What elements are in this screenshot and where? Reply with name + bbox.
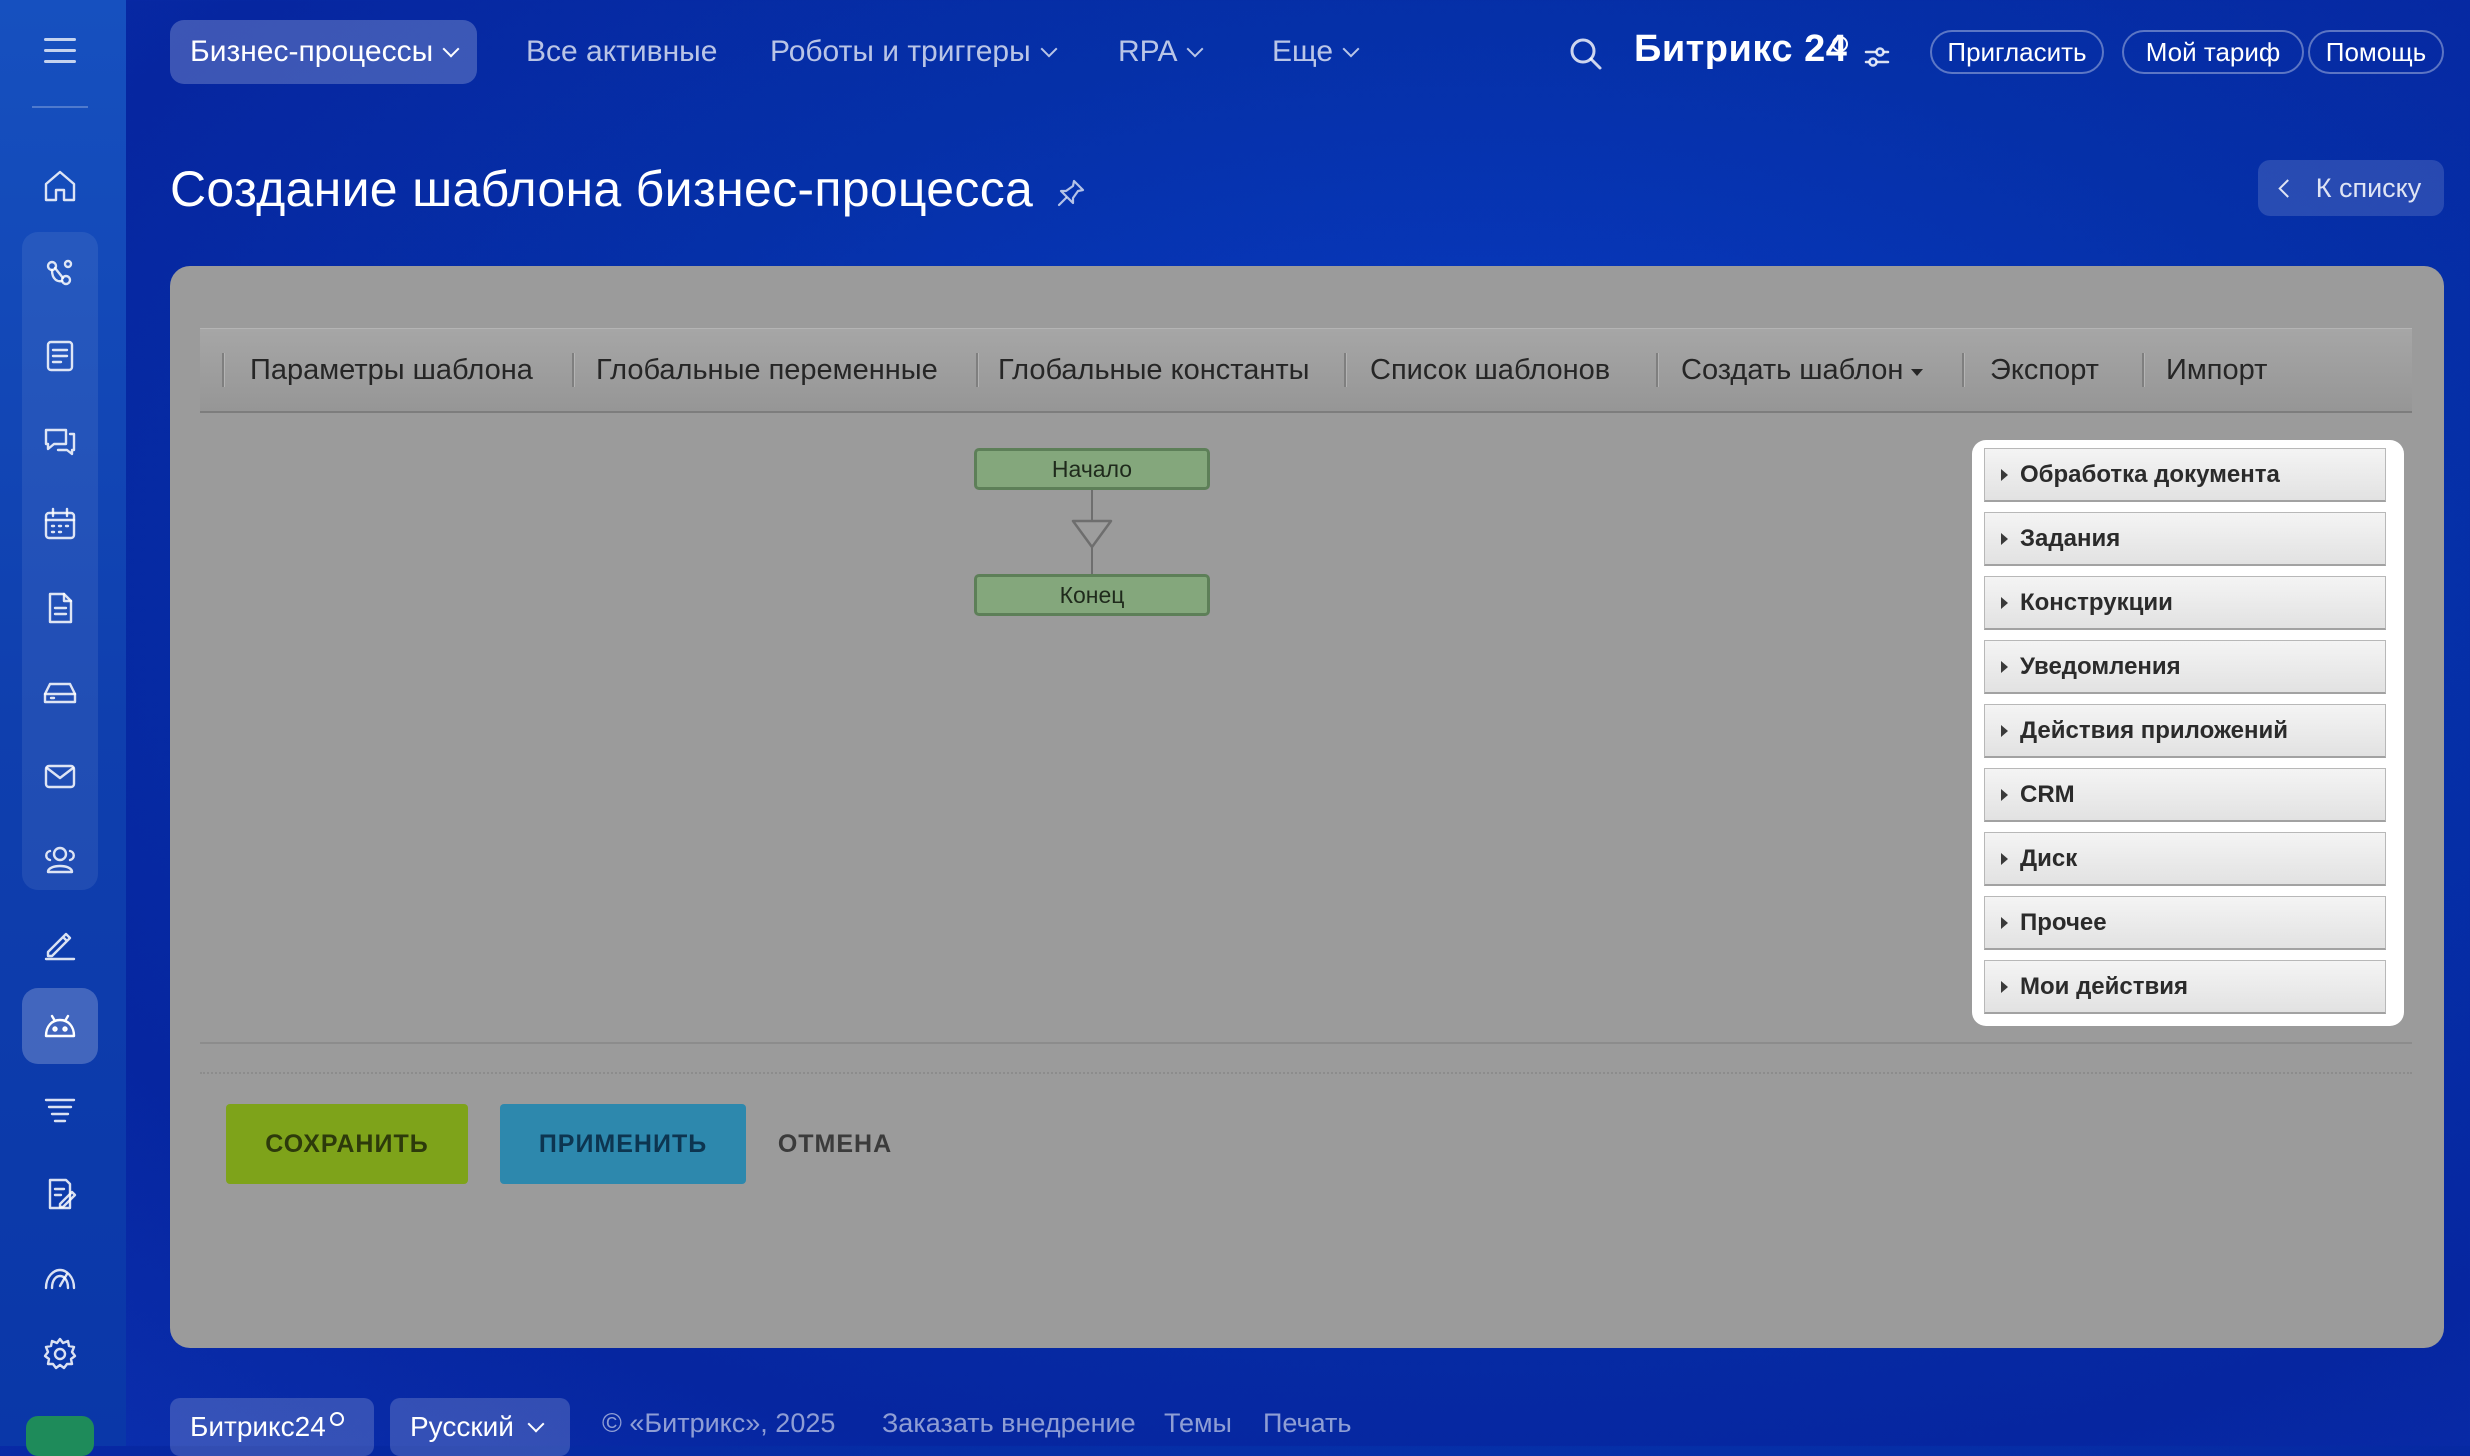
flow-start-node[interactable]: Начало <box>974 448 1210 490</box>
help-button[interactable]: Помощь <box>2308 30 2444 74</box>
page-title: Создание шаблона бизнес-процесса <box>170 161 1034 217</box>
nav-all-active[interactable]: Все активные <box>506 20 737 84</box>
forms-icon[interactable] <box>22 1156 98 1232</box>
tasks-icon[interactable] <box>22 318 98 394</box>
flow-connector <box>1091 490 1093 520</box>
toolbar-separator <box>1656 353 1659 387</box>
footer-brand[interactable]: Битрикс24 <box>170 1398 374 1456</box>
save-button[interactable]: СОХРАНИТЬ <box>226 1104 468 1184</box>
caret-right-icon <box>2001 980 2008 993</box>
bottom-app-icon[interactable] <box>26 1416 94 1456</box>
brand-logo: Битрикс 24 <box>1634 28 1848 70</box>
left-sidebar <box>0 0 126 1456</box>
nav-robots-triggers[interactable]: Роботы и триггеры <box>750 20 1075 84</box>
apply-button[interactable]: ПРИМЕНИТЬ <box>500 1104 746 1184</box>
contacts-icon[interactable] <box>22 822 98 898</box>
back-to-list-button[interactable]: К списку <box>2258 160 2444 216</box>
home-icon[interactable] <box>22 148 98 224</box>
toolbar-global-constants[interactable]: Глобальные константы <box>998 329 1309 411</box>
chevron-down-icon <box>1342 40 1360 58</box>
designer-toolbar: Параметры шаблона Глобальные переменные … <box>200 328 2412 413</box>
toolbar-separator <box>1344 353 1347 387</box>
chevron-left-icon <box>2278 178 2297 198</box>
nav-business-processes[interactable]: Бизнес-процессы <box>170 20 478 84</box>
invite-button[interactable]: Пригласить <box>1930 30 2104 74</box>
toolbar-separator <box>1962 353 1965 387</box>
drive-icon[interactable] <box>22 654 98 730</box>
toolbar-separator <box>2142 353 2145 387</box>
caret-down-icon <box>1911 368 1924 376</box>
palette-group-crm[interactable]: CRM <box>1984 768 2386 822</box>
palette-group-my-actions[interactable]: Мои действия <box>1984 960 2386 1014</box>
chevron-down-icon <box>1040 40 1058 58</box>
footer-order-implementation[interactable]: Заказать внедрение <box>882 1408 1136 1439</box>
feed-icon[interactable] <box>22 234 98 310</box>
toolbar-template-params[interactable]: Параметры шаблона <box>250 329 533 411</box>
top-navigation: Бизнес-процессы Все активные Роботы и тр… <box>126 0 2470 110</box>
language-select[interactable]: Русский <box>390 1398 570 1456</box>
toolbar-separator <box>976 353 979 387</box>
search-icon[interactable] <box>1566 34 1606 74</box>
flow-end-node[interactable]: Конец <box>974 574 1210 616</box>
toolbar-import[interactable]: Импорт <box>2166 329 2267 411</box>
toolbar-export[interactable]: Экспорт <box>1990 329 2099 411</box>
footer-copyright: © «Битрикс», 2025 <box>602 1408 836 1438</box>
toolbar-global-variables[interactable]: Глобальные переменные <box>596 329 938 411</box>
designer-card: Параметры шаблона Глобальные переменные … <box>170 266 2444 1348</box>
sidebar-divider <box>32 106 88 108</box>
clock-icon <box>1832 36 1848 52</box>
palette-group-notifications[interactable]: Уведомления <box>1984 640 2386 694</box>
settings-icon[interactable] <box>22 1316 98 1392</box>
palette-group-document-processing[interactable]: Обработка документа <box>1984 448 2386 502</box>
palette-group-app-actions[interactable]: Действия приложений <box>1984 704 2386 758</box>
automation-icon[interactable] <box>22 988 98 1064</box>
caret-right-icon <box>2001 852 2008 865</box>
caret-right-icon <box>2001 468 2008 481</box>
caret-right-icon <box>2001 532 2008 545</box>
caret-right-icon <box>2001 660 2008 673</box>
my-tariff-button[interactable]: Мой тариф <box>2122 30 2304 74</box>
chevron-down-icon <box>527 1415 545 1433</box>
brand-settings-icon[interactable] <box>1862 42 1892 72</box>
toolbar-separator <box>222 353 225 387</box>
crm-icon[interactable] <box>22 1072 98 1148</box>
clock-icon <box>329 1412 344 1426</box>
calendar-icon[interactable] <box>22 486 98 562</box>
analytics-icon[interactable] <box>22 1240 98 1316</box>
palette-group-disk[interactable]: Диск <box>1984 832 2386 886</box>
flow-connector <box>1091 548 1093 576</box>
caret-right-icon <box>2001 596 2008 609</box>
footer-themes[interactable]: Темы <box>1164 1408 1232 1439</box>
toolbar-separator <box>572 353 575 387</box>
canvas-dotted-divider <box>200 1072 2412 1074</box>
palette-group-other[interactable]: Прочее <box>1984 896 2386 950</box>
mail-icon[interactable] <box>22 738 98 814</box>
toolbar-create-template[interactable]: Создать шаблон <box>1681 329 1924 411</box>
caret-right-icon <box>2001 788 2008 801</box>
menu-icon[interactable] <box>44 38 76 64</box>
canvas-bottom-border <box>200 1042 2412 1044</box>
toolbar-template-list[interactable]: Список шаблонов <box>1370 329 1610 411</box>
cancel-button[interactable]: ОТМЕНА <box>770 1104 900 1184</box>
sign-icon[interactable] <box>22 906 98 982</box>
chat-icon[interactable] <box>22 402 98 478</box>
palette-group-constructions[interactable]: Конструкции <box>1984 576 2386 630</box>
nav-rpa[interactable]: RPA <box>1098 20 1221 84</box>
palette-group-tasks[interactable]: Задания <box>1984 512 2386 566</box>
chevron-down-icon <box>1186 40 1204 58</box>
caret-right-icon <box>2001 724 2008 737</box>
footer-print[interactable]: Печать <box>1263 1408 1351 1439</box>
documents-icon[interactable] <box>22 570 98 646</box>
insert-point-arrow-icon[interactable] <box>1070 518 1114 550</box>
nav-more[interactable]: Еще <box>1252 20 1377 84</box>
activity-palette: Обработка документа Задания Конструкции … <box>1972 440 2404 1026</box>
chevron-down-icon <box>442 40 460 58</box>
caret-right-icon <box>2001 916 2008 929</box>
pin-icon[interactable] <box>1054 176 1088 210</box>
